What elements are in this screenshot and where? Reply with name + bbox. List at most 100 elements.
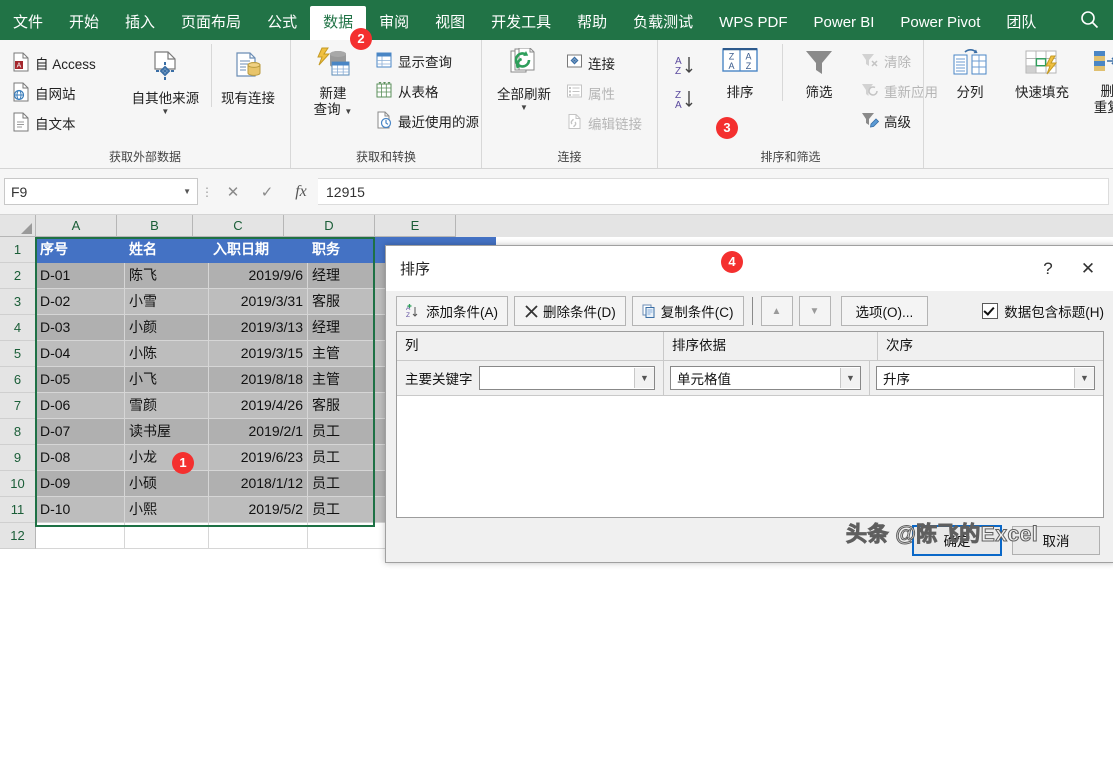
chevron-down-icon[interactable]: ▼	[840, 368, 860, 388]
grid-cell[interactable]	[36, 523, 125, 549]
ribbon-tab-8[interactable]: 开发工具	[478, 6, 564, 40]
grid-cell[interactable]	[209, 523, 308, 549]
grid-cell[interactable]: 2019/8/18	[209, 367, 308, 393]
row-header-12[interactable]: 12	[0, 523, 36, 549]
grid-cell[interactable]: D-02	[36, 289, 125, 315]
name-box[interactable]: F9 ▼	[4, 178, 198, 205]
grid-cell[interactable]: 小雪	[125, 289, 209, 315]
ribbon-item-new-query[interactable]: 新建 查询 ▼	[297, 44, 369, 118]
ribbon-tab-14[interactable]: 团队	[993, 6, 1049, 40]
grid-cell[interactable]: D-04	[36, 341, 125, 367]
column-header-A[interactable]: A	[36, 215, 117, 237]
row-header-9[interactable]: 9	[0, 445, 36, 471]
move-level-down-button[interactable]: ▼	[798, 296, 831, 326]
ribbon-tab-7[interactable]: 视图	[422, 6, 478, 40]
ribbon-item-remove-duplicates[interactable]: 删除重复值	[1078, 44, 1113, 116]
chevron-down-icon[interactable]: ▼	[161, 108, 169, 116]
row-header-2[interactable]: 2	[0, 263, 36, 289]
grid-cell[interactable]: 2018/1/12	[209, 471, 308, 497]
grid-cell[interactable]: 2019/3/31	[209, 289, 308, 315]
formula-bar-grip[interactable]: ⋮	[198, 185, 216, 199]
row-header-3[interactable]: 3	[0, 289, 36, 315]
column-header-B[interactable]: B	[117, 215, 193, 237]
row-header-5[interactable]: 5	[0, 341, 36, 367]
grid-cell[interactable]: D-08	[36, 445, 125, 471]
grid-cell[interactable]: 雪颜	[125, 393, 209, 419]
grid-cell[interactable]: 2019/5/2	[209, 497, 308, 523]
ribbon-tab-13[interactable]: Power Pivot	[887, 6, 993, 40]
dialog-title-bar[interactable]: 排序 ? ✕	[386, 246, 1113, 291]
grid-cell[interactable]: 小龙	[125, 445, 209, 471]
grid-cell[interactable]: 小硕	[125, 471, 209, 497]
confirm-icon[interactable]: ✓	[250, 179, 284, 204]
grid-cell[interactable]: 2019/2/1	[209, 419, 308, 445]
row-header-10[interactable]: 10	[0, 471, 36, 497]
chevron-down-icon[interactable]: ▼	[1074, 368, 1094, 388]
column-header-C[interactable]: C	[193, 215, 284, 237]
ribbon-tab-4[interactable]: 公式	[254, 6, 310, 40]
grid-cell[interactable]: 小熙	[125, 497, 209, 523]
sort-ascending-button[interactable]: AZ	[668, 48, 700, 82]
fx-icon[interactable]: fx	[284, 179, 318, 204]
chevron-down-icon[interactable]: ▼	[344, 107, 352, 116]
help-icon[interactable]: ?	[1028, 254, 1068, 284]
row-header-11[interactable]: 11	[0, 497, 36, 523]
sort-column-select[interactable]: ▼	[478, 366, 655, 390]
grid-cell[interactable]: 小飞	[125, 367, 209, 393]
row-header-7[interactable]: 7	[0, 393, 36, 419]
ribbon-tab-12[interactable]: Power BI	[801, 6, 888, 40]
add-level-button[interactable]: AZ 添加条件(A)	[396, 296, 508, 326]
grid-cell[interactable]: 读书屋	[125, 419, 209, 445]
ribbon-tab-6[interactable]: 审阅	[366, 6, 422, 40]
close-icon[interactable]: ✕	[1068, 254, 1108, 284]
ribbon-tab-11[interactable]: WPS PDF	[706, 6, 800, 40]
grid-cell[interactable]: 2019/3/15	[209, 341, 308, 367]
row-header-1[interactable]: 1	[0, 237, 36, 263]
grid-cell[interactable]: D-07	[36, 419, 125, 445]
grid-cell[interactable]: 2019/6/23	[209, 445, 308, 471]
ribbon-tab-10[interactable]: 负载测试	[620, 6, 706, 40]
grid-cell[interactable]: 2019/9/6	[209, 263, 308, 289]
header-cell[interactable]: 姓名	[125, 237, 209, 263]
chevron-down-icon[interactable]: ▼	[183, 187, 191, 196]
ribbon-item-from-table[interactable]: 从表格	[369, 76, 485, 106]
ribbon-item-connections[interactable]: 连接	[560, 48, 651, 78]
move-level-up-button[interactable]: ▲	[760, 296, 793, 326]
grid-cell[interactable]: 2019/4/26	[209, 393, 308, 419]
ribbon-tab-0[interactable]: 文件	[0, 6, 56, 40]
sort-on-select[interactable]: 单元格值 ▼	[670, 366, 861, 390]
chevron-down-icon[interactable]: ▼	[520, 104, 528, 112]
ribbon-tab-2[interactable]: 插入	[112, 6, 168, 40]
grid-cell[interactable]: 小颜	[125, 315, 209, 341]
copy-level-button[interactable]: 复制条件(C)	[631, 296, 744, 326]
row-header-4[interactable]: 4	[0, 315, 36, 341]
ribbon-item-recent-sources[interactable]: 最近使用的源	[369, 106, 485, 136]
options-button[interactable]: 选项(O)...	[840, 296, 929, 326]
grid-cell[interactable]: D-03	[36, 315, 125, 341]
grid-cell[interactable]: D-10	[36, 497, 125, 523]
select-all-corner[interactable]	[0, 215, 36, 237]
column-header-E[interactable]: E	[375, 215, 456, 237]
ribbon-tab-3[interactable]: 页面布局	[168, 6, 254, 40]
has-header-checkbox-row[interactable]: 数据包含标题(H)	[982, 301, 1104, 321]
grid-cell[interactable]: 2019/3/13	[209, 315, 308, 341]
sort-descending-button[interactable]: ZA	[668, 82, 700, 116]
ribbon-item-flash-fill[interactable]: 快速填充	[1006, 44, 1078, 101]
grid-cell[interactable]: D-09	[36, 471, 125, 497]
chevron-down-icon[interactable]: ▼	[634, 368, 654, 388]
grid-cell[interactable]: D-01	[36, 263, 125, 289]
ribbon-item-existing-connection[interactable]: 现有连接	[211, 44, 284, 107]
has-header-checkbox[interactable]	[982, 303, 999, 319]
ribbon-item-other-sources[interactable]: 自其他来源 ▼	[124, 44, 207, 116]
grid-cell[interactable]: 陈飞	[125, 263, 209, 289]
column-header-D[interactable]: D	[284, 215, 375, 237]
grid-cell[interactable]: D-06	[36, 393, 125, 419]
formula-input[interactable]: 12915	[318, 178, 1109, 205]
search-icon[interactable]	[1080, 10, 1113, 40]
ribbon-item-filter[interactable]: 筛选	[782, 44, 855, 101]
ribbon-item-from-text[interactable]: 自文本	[6, 108, 124, 138]
grid-cell[interactable]: D-05	[36, 367, 125, 393]
delete-level-button[interactable]: 删除条件(D)	[514, 296, 626, 326]
cancel-icon[interactable]: ✕	[216, 179, 250, 204]
ribbon-item-from-access[interactable]: A 自 Access	[6, 48, 124, 78]
